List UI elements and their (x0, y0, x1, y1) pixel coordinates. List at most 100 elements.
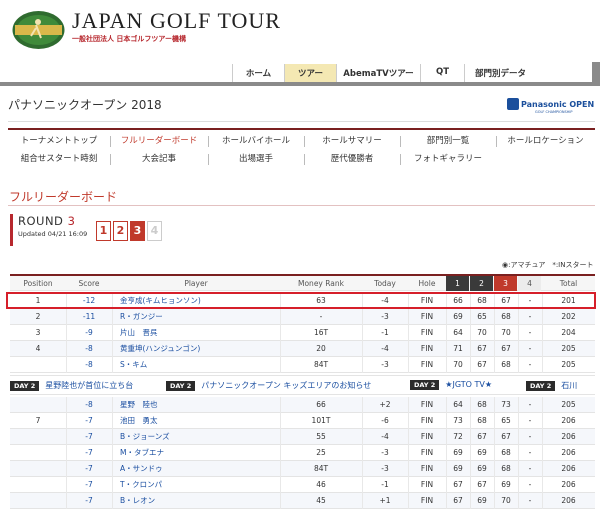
round-1-button[interactable]: 1 (96, 221, 111, 241)
round-3-button[interactable]: 3 (130, 221, 145, 241)
cell-round-1: 69 (453, 464, 463, 473)
header-round-3[interactable]: 3 (494, 276, 517, 291)
event-title: パナソニックオープン 2018 (8, 98, 162, 112)
cell-divider (66, 309, 67, 325)
cell-divider (542, 477, 543, 493)
header-money-rank[interactable]: Money Rank (280, 276, 362, 291)
cell-divider (542, 445, 543, 461)
cell-round-1: 69 (453, 312, 463, 321)
cell-player[interactable]: B・レオン (120, 493, 280, 509)
cell-player[interactable]: 池田 勇太 (120, 413, 280, 429)
header-round-2[interactable]: 2 (470, 276, 493, 291)
gnav-tour[interactable]: ツアー (284, 64, 336, 82)
cell-player[interactable]: M・タブエナ (120, 445, 280, 461)
header-player[interactable]: Player (112, 276, 280, 291)
cell-player[interactable]: 片山 晋呉 (120, 325, 280, 341)
subnav-hole-location[interactable]: ホールロケーション (496, 134, 595, 149)
subnav-photo-gallery[interactable]: フォトギャラリー (400, 152, 496, 167)
cell-player[interactable]: A・サンドゥ (120, 461, 280, 477)
cell-hole: FIN (420, 448, 434, 457)
sponsor-logo[interactable]: Panasonic OPEN GOLF CHAMPIONSHIP (505, 96, 594, 118)
subnav-past-winners[interactable]: 歴代優勝者 (304, 152, 400, 167)
cell-divider (542, 309, 543, 325)
cell-position (10, 397, 66, 413)
cell-player[interactable]: T・クロンパ (120, 477, 280, 493)
cell-round-2: 68 (477, 400, 487, 409)
cell-divider (280, 477, 281, 493)
cell-hole: FIN (420, 464, 434, 473)
header-round-4[interactable]: 4 (518, 276, 541, 291)
cell-divider (66, 397, 67, 413)
cell-money-rank: 101T (311, 416, 331, 425)
cell-divider (408, 357, 409, 373)
cell-divider (518, 413, 519, 429)
ticker-item[interactable]: DAY 2 パナソニックオープン キッズエリアのお知らせ (166, 380, 371, 391)
header-score[interactable]: Score (66, 276, 112, 291)
round-number: 3 (67, 214, 76, 228)
row-highlight-box (6, 292, 596, 309)
round-2-button[interactable]: 2 (113, 221, 128, 241)
cell-player[interactable]: 星野 陸也 (120, 397, 280, 413)
cell-divider (542, 325, 543, 341)
cell-player[interactable]: B・ジョーンズ (120, 429, 280, 445)
cell-round-1: 67 (453, 496, 463, 505)
cell-position (10, 445, 66, 461)
header-round-1[interactable]: 1 (446, 276, 469, 291)
cell-divider (518, 325, 519, 341)
subnav-tournament-top[interactable]: トーナメントトップ (8, 134, 110, 149)
cell-divider (494, 309, 495, 325)
gnav-stats[interactable]: 部門別データ (464, 64, 536, 82)
header-total[interactable]: Total (542, 276, 595, 291)
cell-player[interactable]: S・キム (120, 357, 280, 373)
header-position[interactable]: Position (10, 276, 66, 291)
cell-score: -8 (85, 344, 93, 353)
site-title[interactable]: JAPAN GOLF TOUR (72, 8, 281, 34)
cell-money-rank: 55 (316, 432, 326, 441)
table-row: 4 -8 黄重坤(ハンジュンゴン) 20 -4 FIN 71 67 67 - 205 (10, 341, 595, 357)
updated-timestamp: Updated 04/21 16:09 (18, 230, 88, 238)
ticker-item[interactable]: DAY 2 ★JGTO TV★ (410, 380, 492, 390)
gnav-home[interactable]: ホーム (232, 64, 284, 82)
cell-score: -7 (85, 496, 93, 505)
cell-divider (362, 477, 363, 493)
jgto-logo-icon[interactable] (12, 10, 65, 50)
cell-divider (470, 413, 471, 429)
cell-player[interactable]: 黄重坤(ハンジュンゴン) (120, 341, 280, 357)
cell-divider (112, 357, 113, 373)
header-hole[interactable]: Hole (408, 276, 446, 291)
cell-divider (542, 341, 543, 357)
cell-total: 205 (561, 344, 576, 353)
subnav-articles[interactable]: 大会記事 (110, 152, 208, 167)
subnav-players[interactable]: 出場選手 (208, 152, 304, 167)
cell-round-2: 65 (477, 312, 487, 321)
cell-player[interactable]: R・ガンジー (120, 309, 280, 325)
cell-today: -3 (381, 312, 389, 321)
gnav-qt[interactable]: QT (420, 64, 464, 82)
subnav-hole-by-hole[interactable]: ホールバイホール (208, 134, 304, 149)
cell-divider (446, 477, 447, 493)
cell-divider (362, 341, 363, 357)
subnav-full-leaderboard[interactable]: フルリーダーボード (110, 134, 208, 149)
cell-round-3: 73 (501, 400, 511, 409)
cell-position (10, 429, 66, 445)
cell-round-4: - (528, 400, 532, 409)
ticker-item[interactable]: DAY 2 星野陸也が首位に立ち台 (10, 380, 133, 391)
subnav-pairings[interactable]: 組合せスタート時刻 (8, 152, 110, 167)
cell-round-1: 64 (453, 400, 463, 409)
cell-divider (112, 477, 113, 493)
table-row: -7 B・レオン 45 +1 FIN 67 69 70 - 206 (10, 493, 595, 509)
cell-position: 3 (35, 328, 41, 337)
header-today[interactable]: Today (362, 276, 408, 291)
cell-total: 206 (561, 448, 576, 457)
cell-round-2: 67 (477, 432, 487, 441)
gnav-abematv[interactable]: AbemaTVツアー (336, 64, 420, 82)
cell-divider (362, 325, 363, 341)
subnav-hole-summary[interactable]: ホールサマリー (304, 134, 400, 149)
cell-divider (494, 325, 495, 341)
cell-round-3: 70 (501, 496, 511, 505)
cell-round-4: - (528, 432, 532, 441)
ticker-item[interactable]: DAY 2 石川 (526, 380, 577, 391)
cell-divider (66, 413, 67, 429)
cell-money-rank: 84T (313, 360, 329, 369)
subnav-category-list[interactable]: 部門別一覧 (400, 134, 496, 149)
